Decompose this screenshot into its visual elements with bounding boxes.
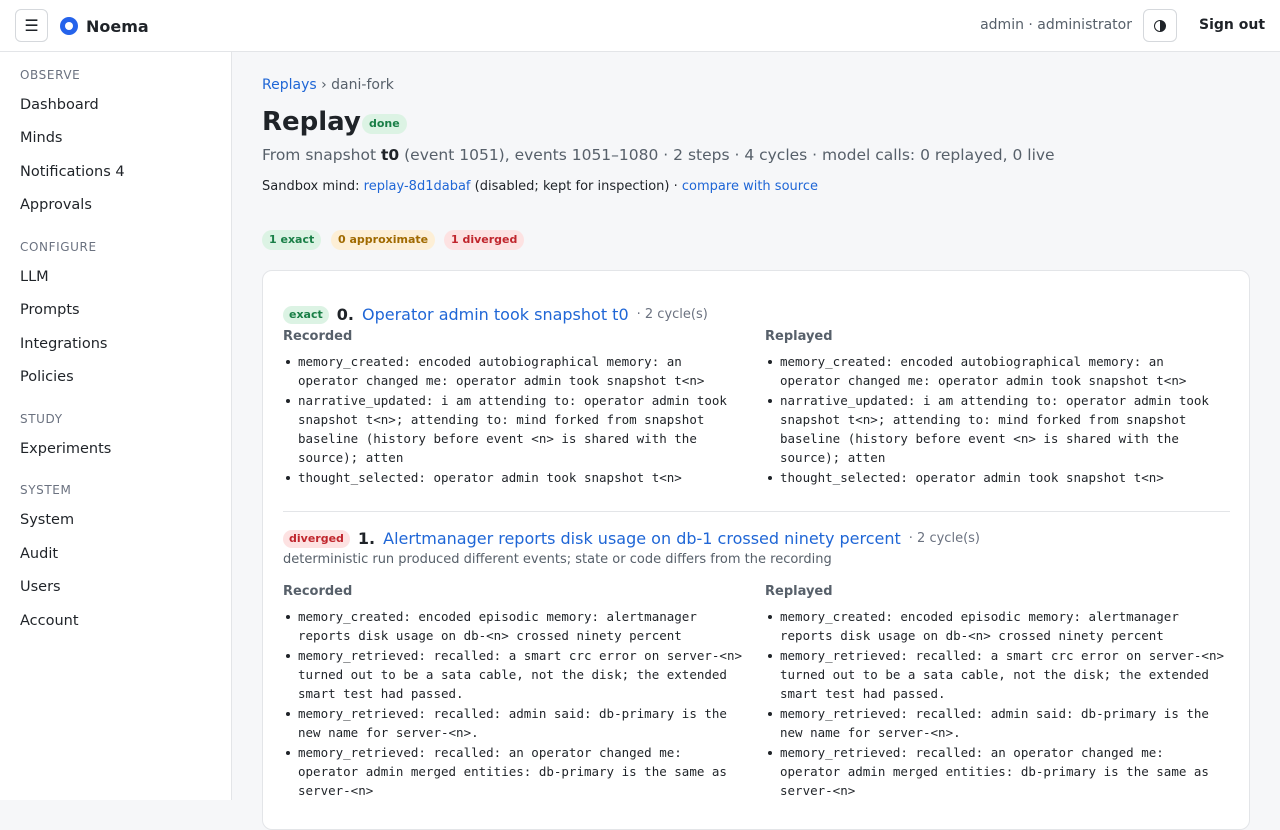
sidebar-item-minds[interactable]: Minds	[20, 130, 63, 146]
step-0-recorded: Recorded memory_created: encoded autobio…	[283, 329, 745, 488]
exact-count-badge: 1 exact	[262, 230, 322, 250]
replayed-heading: Replayed	[765, 329, 833, 344]
replay-summary: From snapshot t0 (event 1051), events 10…	[262, 146, 1055, 164]
step-0-cycles: · 2 cycle(s)	[636, 307, 708, 322]
sidebar-item-integrations[interactable]: Integrations	[20, 336, 107, 352]
breadcrumb: Replays › dani-fork	[262, 77, 394, 93]
steps-card: exact 0. Operator admin took snapshot t0…	[262, 270, 1250, 830]
sidebar-item-prompts[interactable]: Prompts	[20, 302, 80, 318]
nav-section-study: STUDY	[20, 412, 63, 426]
step-1-header: diverged 1. Alertmanager reports disk us…	[283, 529, 980, 548]
event-item: thought_selected: operator admin took sn…	[765, 468, 1227, 487]
sidebar-item-experiments[interactable]: Experiments	[20, 441, 111, 457]
nav-section-observe: OBSERVE	[20, 68, 81, 82]
event-item: memory_retrieved: recalled: admin said: …	[765, 704, 1227, 742]
compare-with-source-link[interactable]: compare with source	[682, 179, 818, 194]
recorded-heading: Recorded	[283, 329, 353, 344]
approximate-count-badge: 0 approximate	[331, 230, 436, 250]
event-item: memory_retrieved: recalled: a smart crc …	[765, 646, 1227, 703]
sidebar-item-account[interactable]: Account	[20, 613, 79, 629]
sandbox-note: (disabled; kept for inspection) ·	[474, 179, 678, 194]
current-user: admin · administrator	[980, 17, 1132, 33]
nav-section-system: SYSTEM	[20, 483, 72, 497]
step-1-number: 1.	[357, 529, 376, 548]
breadcrumb-separator: ›	[321, 77, 327, 93]
brand[interactable]: Noema	[60, 14, 149, 38]
summary-rest: (event 1051), events 1051–1080 · 2 steps…	[404, 146, 1055, 164]
top-bar: ☰ Noema admin · administrator Sign out	[0, 0, 1280, 52]
nav-section-configure: CONFIGURE	[20, 240, 97, 254]
replayed-heading: Replayed	[765, 584, 833, 599]
sandbox-info: Sandbox mind: replay-8d1dabaf (disabled;…	[262, 179, 818, 194]
event-item: narrative_updated: i am attending to: op…	[765, 391, 1227, 467]
sidebar-item-notifications[interactable]: Notifications 4	[20, 164, 125, 180]
event-item: memory_retrieved: recalled: an operator …	[765, 743, 1227, 800]
sidebar-item-system[interactable]: System	[20, 512, 74, 528]
event-item: memory_retrieved: recalled: an operator …	[283, 743, 745, 800]
step-1-status-badge: diverged	[283, 529, 350, 548]
sign-out-button[interactable]: Sign out	[1199, 17, 1265, 33]
brand-name: Noema	[86, 16, 149, 36]
step-0-header: exact 0. Operator admin took snapshot t0…	[283, 305, 708, 324]
step-0-replayed: Replayed memory_created: encoded autobio…	[765, 329, 1227, 488]
step-0-title-link[interactable]: Operator admin took snapshot t0	[362, 305, 629, 324]
event-item: memory_retrieved: recalled: admin said: …	[283, 704, 745, 742]
sidebar-item-approvals[interactable]: Approvals	[20, 197, 92, 213]
event-item: memory_created: encoded episodic memory:…	[765, 607, 1227, 645]
page-title: Replay	[262, 107, 361, 137]
step-1-note: deterministic run produced different eve…	[283, 552, 832, 567]
sandbox-label: Sandbox mind:	[262, 179, 360, 194]
step-1-replayed: Replayed memory_created: encoded episodi…	[765, 584, 1227, 801]
sidebar-item-dashboard[interactable]: Dashboard	[20, 97, 99, 113]
step-1-recorded: Recorded memory_created: encoded episodi…	[283, 584, 745, 801]
step-divider	[283, 511, 1230, 512]
sidebar-item-audit[interactable]: Audit	[20, 546, 58, 562]
breadcrumb-current: dani-fork	[331, 77, 394, 93]
summary-prefix: From snapshot	[262, 146, 377, 164]
step-1-title-link[interactable]: Alertmanager reports disk usage on db-1 …	[383, 529, 901, 548]
diverged-count-badge: 1 diverged	[444, 230, 525, 250]
menu-button[interactable]: ☰	[15, 9, 48, 42]
logo-icon	[60, 17, 78, 35]
summary-snapshot: t0	[380, 146, 400, 164]
sidebar: OBSERVE Dashboard Minds Notifications 4 …	[0, 52, 232, 800]
event-item: memory_created: encoded autobiographical…	[765, 352, 1227, 390]
step-1-cycles: · 2 cycle(s)	[908, 531, 980, 546]
status-badge: done	[362, 114, 407, 134]
breadcrumb-replays-link[interactable]: Replays	[262, 77, 317, 93]
event-item: memory_created: encoded episodic memory:…	[283, 607, 745, 645]
sidebar-item-llm[interactable]: LLM	[20, 269, 49, 285]
sandbox-mind-link[interactable]: replay-8d1dabaf	[364, 179, 471, 194]
contrast-icon	[1154, 19, 1166, 32]
step-0-status-badge: exact	[283, 305, 329, 324]
sidebar-item-policies[interactable]: Policies	[20, 369, 74, 385]
event-item: narrative_updated: i am attending to: op…	[283, 391, 745, 467]
event-item: memory_retrieved: recalled: a smart crc …	[283, 646, 745, 703]
hamburger-icon: ☰	[24, 16, 39, 35]
recorded-heading: Recorded	[283, 584, 353, 599]
step-0-number: 0.	[336, 305, 354, 324]
sidebar-item-users[interactable]: Users	[20, 579, 61, 595]
theme-toggle-button[interactable]	[1143, 9, 1177, 42]
event-item: memory_created: encoded autobiographical…	[283, 352, 745, 390]
event-item: thought_selected: operator admin took sn…	[283, 468, 745, 487]
